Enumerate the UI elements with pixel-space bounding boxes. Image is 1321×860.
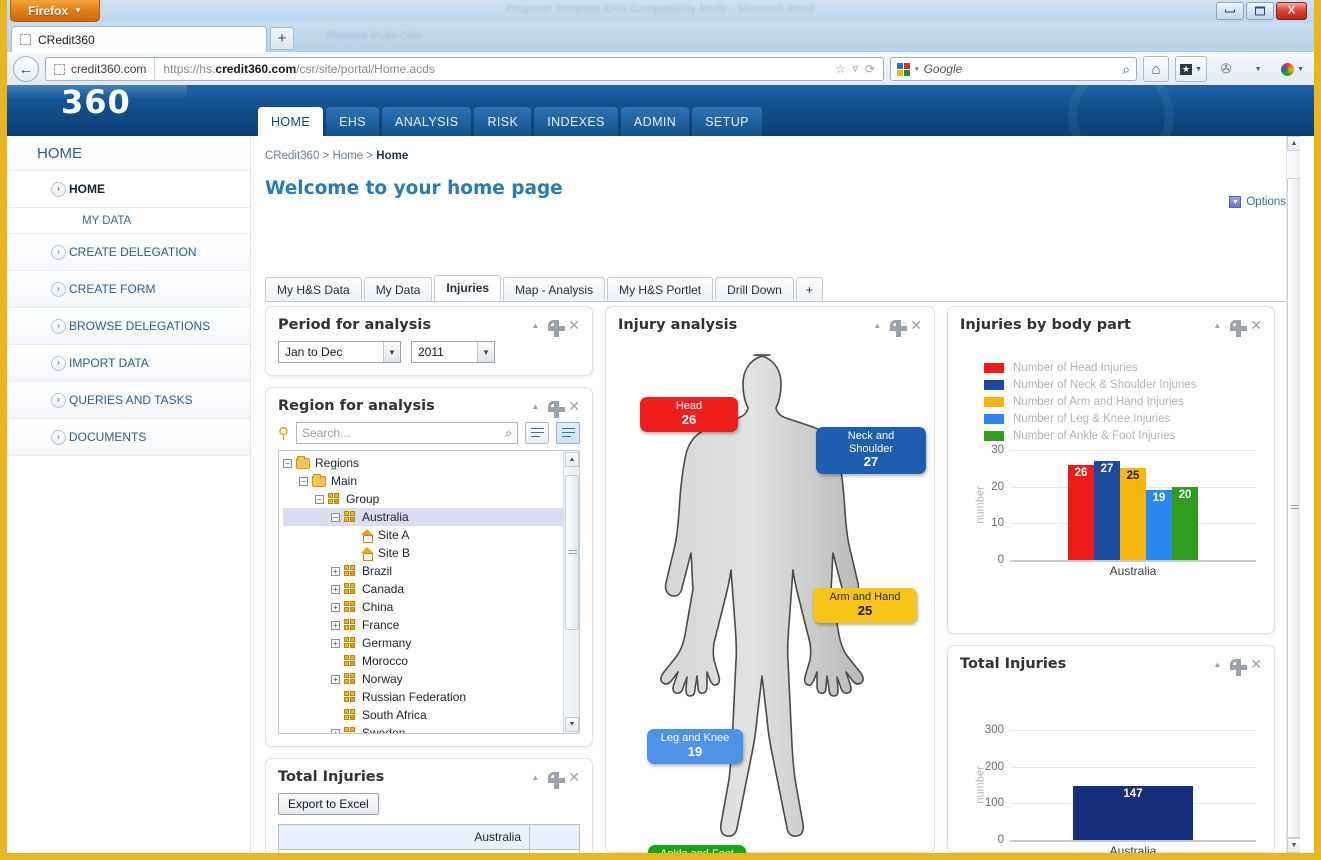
- window-frame: [0, 0, 1321, 860]
